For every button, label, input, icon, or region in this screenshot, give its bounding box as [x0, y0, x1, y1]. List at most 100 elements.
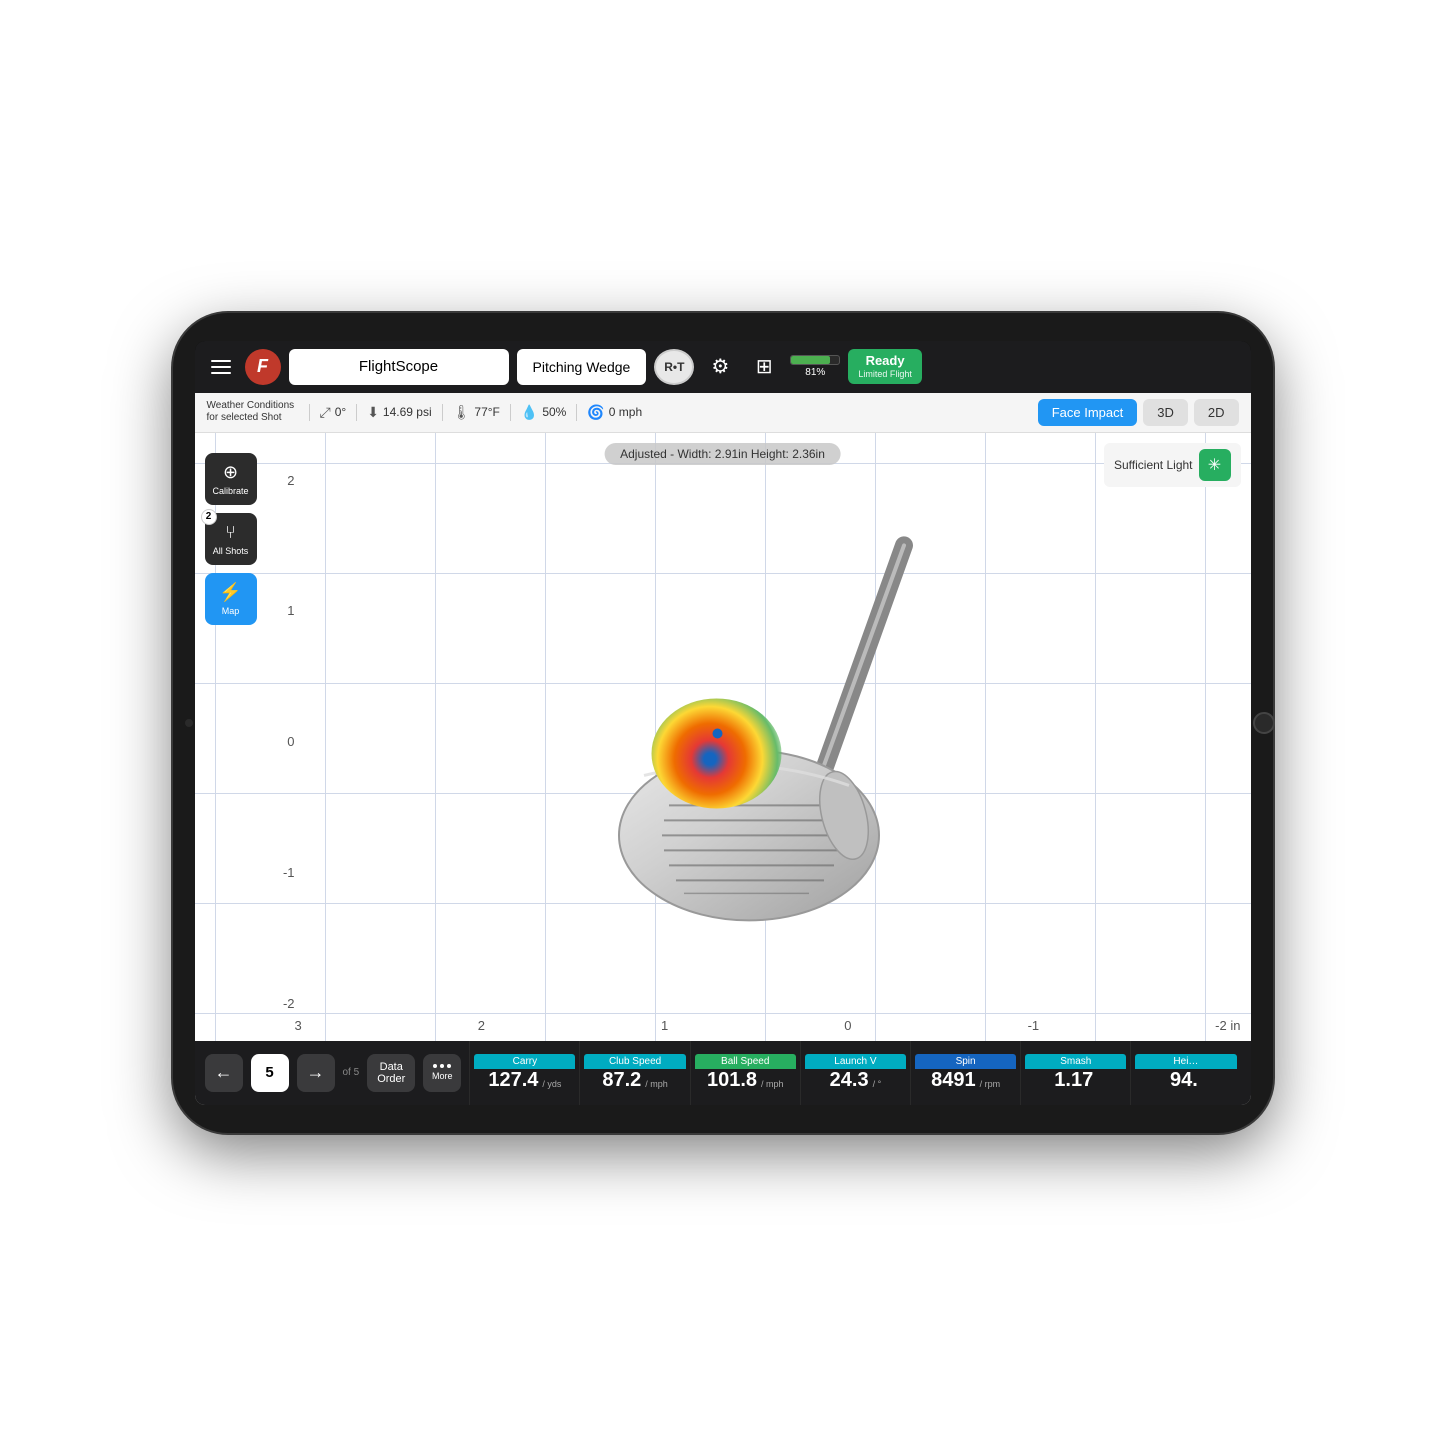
- x-label-0: 0: [844, 1018, 851, 1033]
- golf-club-svg: [514, 535, 1064, 955]
- stat-carry-label: Carry: [474, 1054, 575, 1069]
- stat-club-speed: Club Speed 87.2 / mph: [579, 1041, 689, 1105]
- stat-spin-value-row: 8491 / rpm: [931, 1069, 1000, 1091]
- stat-smash-value-row: 1.17: [1054, 1069, 1097, 1091]
- humidity-item: 💧 50%: [510, 404, 576, 421]
- wind-speed-item: 🌀 0 mph: [576, 404, 652, 421]
- wind-speed-icon: 🌀: [587, 404, 604, 421]
- x-label-2: 2: [478, 1018, 485, 1033]
- map-icon: ⚡: [219, 582, 241, 603]
- stat-carry-value: 127.4: [488, 1069, 538, 1091]
- stat-ball-speed: Ball Speed 101.8 / mph: [690, 1041, 800, 1105]
- stat-spin: Spin 8491 / rpm: [910, 1041, 1020, 1105]
- annotation-label: Adjusted - Width: 2.91in Height: 2.36in: [604, 443, 841, 465]
- session-name-field[interactable]: FlightScope: [289, 349, 509, 385]
- stat-ball-speed-value-row: 101.8 / mph: [707, 1069, 784, 1091]
- x-label-neg2-in: -2 in: [1215, 1018, 1240, 1033]
- club-selector[interactable]: Pitching Wedge: [517, 349, 647, 385]
- more-dots: [433, 1064, 451, 1068]
- humidity-icon: 💧: [521, 404, 538, 421]
- stat-spin-label: Spin: [915, 1054, 1016, 1069]
- stat-spin-value: 8491: [931, 1069, 976, 1091]
- y-label-1: 1: [275, 603, 295, 618]
- stat-club-speed-value: 87.2: [602, 1069, 641, 1091]
- stat-smash-label: Smash: [1025, 1054, 1126, 1069]
- tablet-screen: F FlightScope Pitching Wedge R•T ⚙ ⊞: [195, 341, 1251, 1105]
- ready-status-button[interactable]: Ready Limited Flight: [848, 349, 922, 383]
- light-status-badge: Sufficient Light ✳: [1104, 443, 1241, 487]
- wind-direction-icon: ⤢: [320, 404, 331, 421]
- calibrate-icon: ⊕: [223, 462, 238, 483]
- settings-icon[interactable]: ⚙: [702, 349, 738, 385]
- view-buttons: Face Impact 3D 2D: [1038, 399, 1239, 426]
- stat-carry-value-row: 127.4 / yds: [488, 1069, 561, 1091]
- home-button[interactable]: [1253, 712, 1275, 734]
- main-content: Adjusted - Width: 2.91in Height: 2.36in …: [195, 433, 1251, 1105]
- weather-bar: Weather Conditions for selected Shot ⤢ 0…: [195, 393, 1251, 433]
- rt-button[interactable]: R•T: [654, 349, 694, 385]
- x-label-neg1: -1: [1028, 1018, 1040, 1033]
- x-label-1: 1: [661, 1018, 668, 1033]
- shot-counter: 5: [251, 1054, 289, 1092]
- y-label-neg1: -1: [275, 865, 295, 880]
- battery-bar: [790, 355, 840, 365]
- battery-indicator: 81%: [790, 355, 840, 378]
- stat-club-speed-value-row: 87.2 / mph: [602, 1069, 667, 1091]
- wind-direction-item: ⤢ 0°: [309, 404, 357, 421]
- y-label-2: 2: [275, 473, 295, 488]
- 3d-view-button[interactable]: 3D: [1143, 399, 1188, 426]
- light-badge-text: Sufficient Light: [1114, 458, 1193, 472]
- 2d-view-button[interactable]: 2D: [1194, 399, 1239, 426]
- stat-club-speed-unit: / mph: [645, 1079, 668, 1089]
- face-impact-button[interactable]: Face Impact: [1038, 399, 1138, 426]
- all-shots-icon: ⑂: [225, 522, 236, 543]
- app-logo: F: [245, 349, 281, 385]
- temperature-icon: 🌡: [453, 404, 471, 421]
- stats-area: Carry 127.4 / yds Club Speed 87.2 / mph: [469, 1041, 1240, 1105]
- stat-launch-v-label: Launch V: [805, 1054, 906, 1069]
- stat-carry-unit: / yds: [542, 1079, 561, 1089]
- all-shots-badge: 2: [201, 509, 217, 525]
- temperature-item: 🌡 77°F: [442, 404, 510, 421]
- calibrate-button[interactable]: ⊕ Calibrate: [205, 453, 257, 505]
- stat-ball-speed-unit: / mph: [761, 1079, 784, 1089]
- stat-height-label: Hei…: [1135, 1054, 1236, 1069]
- pressure-icon: ⬇: [367, 404, 379, 421]
- bottom-bar: ← 5 → of 5 Data Order More: [195, 1041, 1251, 1105]
- more-button[interactable]: More: [423, 1054, 461, 1092]
- of-total-label: of 5: [343, 1067, 360, 1078]
- x-axis: 3 2 1 0 -1 -2 in: [295, 1018, 1241, 1033]
- stat-carry: Carry 127.4 / yds: [469, 1041, 579, 1105]
- data-order-button[interactable]: Data Order: [367, 1054, 415, 1092]
- impact-heat-map: [651, 698, 781, 808]
- all-shots-button-wrap: 2 ⑂ All Shots: [205, 513, 257, 565]
- tablet-device: F FlightScope Pitching Wedge R•T ⚙ ⊞: [173, 313, 1273, 1133]
- stat-smash-value: 1.17: [1054, 1069, 1093, 1091]
- stat-height: Hei… 94.: [1130, 1041, 1240, 1105]
- map-button[interactable]: ⚡ Map: [205, 573, 257, 625]
- left-controls: ⊕ Calibrate 2 ⑂ All Shots ⚡ Map: [205, 453, 257, 625]
- stat-height-value-row: 94.: [1170, 1069, 1202, 1091]
- golf-club-area: [195, 433, 1251, 1041]
- pressure-item: ⬇ 14.69 psi: [356, 404, 441, 421]
- stat-height-value: 94.: [1170, 1069, 1198, 1091]
- top-nav-bar: F FlightScope Pitching Wedge R•T ⚙ ⊞: [195, 341, 1251, 393]
- y-axis: 2 1 0 -1 -2: [275, 433, 295, 1041]
- x-label-3: 3: [295, 1018, 302, 1033]
- y-label-neg2: -2: [275, 996, 295, 1011]
- battery-fill: [791, 356, 830, 364]
- stat-launch-v-unit: / °: [873, 1079, 882, 1089]
- stat-club-speed-label: Club Speed: [584, 1054, 685, 1069]
- menu-button[interactable]: [205, 354, 237, 380]
- stat-smash: Smash 1.17: [1020, 1041, 1130, 1105]
- y-label-0: 0: [275, 734, 295, 749]
- grid-icon[interactable]: ⊞: [746, 349, 782, 385]
- stat-launch-v-value-row: 24.3 / °: [830, 1069, 882, 1091]
- stat-launch-v: Launch V 24.3 / °: [800, 1041, 910, 1105]
- impact-point-dot: [712, 728, 722, 738]
- forward-button[interactable]: →: [297, 1054, 335, 1092]
- stat-spin-unit: / rpm: [980, 1079, 1001, 1089]
- back-button[interactable]: ←: [205, 1054, 243, 1092]
- light-icon-button[interactable]: ✳: [1199, 449, 1231, 481]
- stat-ball-speed-value: 101.8: [707, 1069, 757, 1091]
